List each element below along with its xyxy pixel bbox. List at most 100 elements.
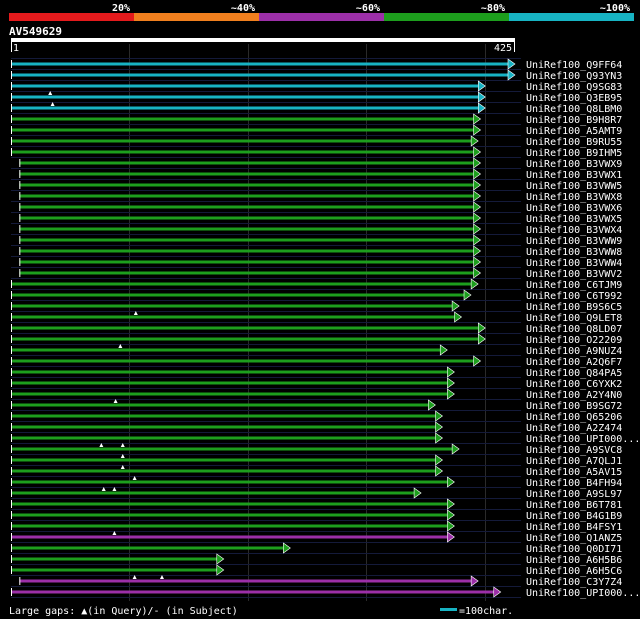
hit-name-link[interactable]: UniRef100_Q3EB95: [526, 93, 622, 104]
hit-name-link[interactable]: UniRef100_UPI000...: [526, 588, 640, 599]
hit-bar[interactable]: [11, 337, 480, 341]
hit-bar[interactable]: [11, 480, 449, 484]
hit-name-link[interactable]: UniRef100_A2Y4N0: [526, 390, 622, 401]
hit-name-link[interactable]: UniRef100_C6T992: [526, 291, 622, 302]
hit-name-link[interactable]: UniRef100_Q8LD07: [526, 324, 622, 335]
hit-bar[interactable]: [19, 579, 473, 583]
hit-name-link[interactable]: UniRef100_Q1ANZ5: [526, 533, 622, 544]
hit-name-link[interactable]: UniRef100_B3VWW9: [526, 236, 622, 247]
hit-bar[interactable]: [11, 315, 456, 319]
hit-bar[interactable]: [19, 216, 475, 220]
hit-bar[interactable]: [11, 557, 218, 561]
hit-bar[interactable]: [19, 183, 475, 187]
hit-name-link[interactable]: UniRef100_A6H5B6: [526, 555, 622, 566]
hit-name-link[interactable]: UniRef100_A2Q6F7: [526, 357, 622, 368]
hit-bar[interactable]: [11, 436, 437, 440]
hit-bar[interactable]: [11, 447, 454, 451]
hit-bar[interactable]: [11, 370, 449, 374]
hit-bar[interactable]: [11, 469, 437, 473]
hit-name-link[interactable]: UniRef100_C3Y7Z4: [526, 577, 622, 588]
hit-bar[interactable]: [11, 304, 454, 308]
hit-name-link[interactable]: UniRef100_A2Z474: [526, 423, 622, 434]
hit-bar[interactable]: [11, 326, 480, 330]
hit-bar[interactable]: [11, 348, 442, 352]
hit-bar[interactable]: [19, 172, 475, 176]
hit-bar[interactable]: [11, 513, 449, 517]
hit-name-link[interactable]: UniRef100_A9NUZ4: [526, 346, 622, 357]
hit-name-link[interactable]: UniRef100_Q93YN3: [526, 71, 622, 82]
hit-name-link[interactable]: UniRef100_B4FH94: [526, 478, 622, 489]
hit-name-link[interactable]: UniRef100_Q0DI71: [526, 544, 622, 555]
hit-bar[interactable]: [19, 161, 475, 165]
hit-bar[interactable]: [11, 84, 480, 88]
hit-bar[interactable]: [19, 271, 475, 275]
hit-bar[interactable]: [11, 293, 466, 297]
hit-end-arrow-icon: [473, 157, 482, 169]
hit-name-link[interactable]: UniRef100_Q9SG83: [526, 82, 622, 93]
hit-bar[interactable]: [11, 458, 437, 462]
hit-name-link[interactable]: UniRef100_Q84PA5: [526, 368, 622, 379]
hit-bar[interactable]: [11, 403, 430, 407]
hit-name-link[interactable]: UniRef100_B3VWX6: [526, 203, 622, 214]
hit-name-link[interactable]: UniRef100_B9RU55: [526, 137, 622, 148]
hit-bar[interactable]: [19, 260, 475, 264]
hit-name-link[interactable]: UniRef100_C6YXK2: [526, 379, 622, 390]
hit-bar[interactable]: [11, 62, 509, 66]
hit-end-arrow-icon: [507, 58, 516, 70]
hit-bar[interactable]: [19, 238, 475, 242]
hit-name-link[interactable]: UniRef100_A5AV15: [526, 467, 622, 478]
hit-bar[interactable]: [11, 568, 218, 572]
hit-bar[interactable]: [11, 95, 480, 99]
hit-bar[interactable]: [11, 502, 449, 506]
hit-name-link[interactable]: UniRef100_C6TJM9: [526, 280, 622, 291]
hit-name-link[interactable]: UniRef100_B3VWW5: [526, 181, 622, 192]
hit-bar[interactable]: [11, 524, 449, 528]
hit-name-link[interactable]: UniRef100_B4FSY1: [526, 522, 622, 533]
hit-bar[interactable]: [11, 535, 449, 539]
hit-bar[interactable]: [11, 106, 480, 110]
hit-name-link[interactable]: UniRef100_O22209: [526, 335, 622, 346]
hit-bar[interactable]: [11, 73, 509, 77]
hit-name-link[interactable]: UniRef100_B3VWV2: [526, 269, 622, 280]
hit-name-link[interactable]: UniRef100_B9SG72: [526, 401, 622, 412]
hit-name-link[interactable]: UniRef100_B9IHM5: [526, 148, 622, 159]
hit-bar[interactable]: [11, 414, 437, 418]
hit-name-link[interactable]: UniRef100_B3VWX5: [526, 214, 622, 225]
hit-name-link[interactable]: UniRef100_A7QLJ1: [526, 456, 622, 467]
hit-name-link[interactable]: UniRef100_B4G1B9: [526, 511, 622, 522]
hit-bar[interactable]: [11, 425, 437, 429]
hit-bar[interactable]: [19, 227, 475, 231]
hit-bar[interactable]: [11, 491, 416, 495]
hit-name-link[interactable]: UniRef100_Q8LBM0: [526, 104, 622, 115]
hit-bar[interactable]: [11, 150, 475, 154]
hit-bar[interactable]: [11, 546, 285, 550]
hit-name-link[interactable]: UniRef100_A9SL97: [526, 489, 622, 500]
hit-name-link[interactable]: UniRef100_B3VWW4: [526, 258, 622, 269]
hit-name-link[interactable]: UniRef100_B3VWX1: [526, 170, 622, 181]
hit-name-link[interactable]: UniRef100_Q9FF64: [526, 60, 622, 71]
hit-bar[interactable]: [11, 282, 473, 286]
hit-name-link[interactable]: UniRef100_UPI000...: [526, 434, 640, 445]
hit-name-link[interactable]: UniRef100_B6T781: [526, 500, 622, 511]
hit-bar[interactable]: [11, 139, 473, 143]
hit-bar[interactable]: [11, 117, 475, 121]
hit-name-link[interactable]: UniRef100_B3VWX8: [526, 192, 622, 203]
hit-name-link[interactable]: UniRef100_B9H8R7: [526, 115, 622, 126]
hit-name-link[interactable]: UniRef100_Q9LET8: [526, 313, 622, 324]
hit-name-link[interactable]: UniRef100_B3VWX9: [526, 159, 622, 170]
hit-name-link[interactable]: UniRef100_A6H5C6: [526, 566, 622, 577]
hit-name-link[interactable]: UniRef100_A9SVC8: [526, 445, 622, 456]
hit-bar[interactable]: [11, 392, 449, 396]
hit-bar[interactable]: [11, 359, 475, 363]
hit-bar[interactable]: [19, 194, 475, 198]
hit-bar[interactable]: [11, 128, 475, 132]
hit-name-link[interactable]: UniRef100_A5AMT9: [526, 126, 622, 137]
hit-name-link[interactable]: UniRef100_B3VWX4: [526, 225, 622, 236]
hit-bar[interactable]: [11, 381, 449, 385]
hit-bar[interactable]: [19, 205, 475, 209]
hit-bar[interactable]: [19, 249, 475, 253]
hit-name-link[interactable]: UniRef100_Q65206: [526, 412, 622, 423]
hit-bar[interactable]: [11, 590, 495, 594]
hit-name-link[interactable]: UniRef100_B9S6C5: [526, 302, 622, 313]
hit-name-link[interactable]: UniRef100_B3VWW8: [526, 247, 622, 258]
